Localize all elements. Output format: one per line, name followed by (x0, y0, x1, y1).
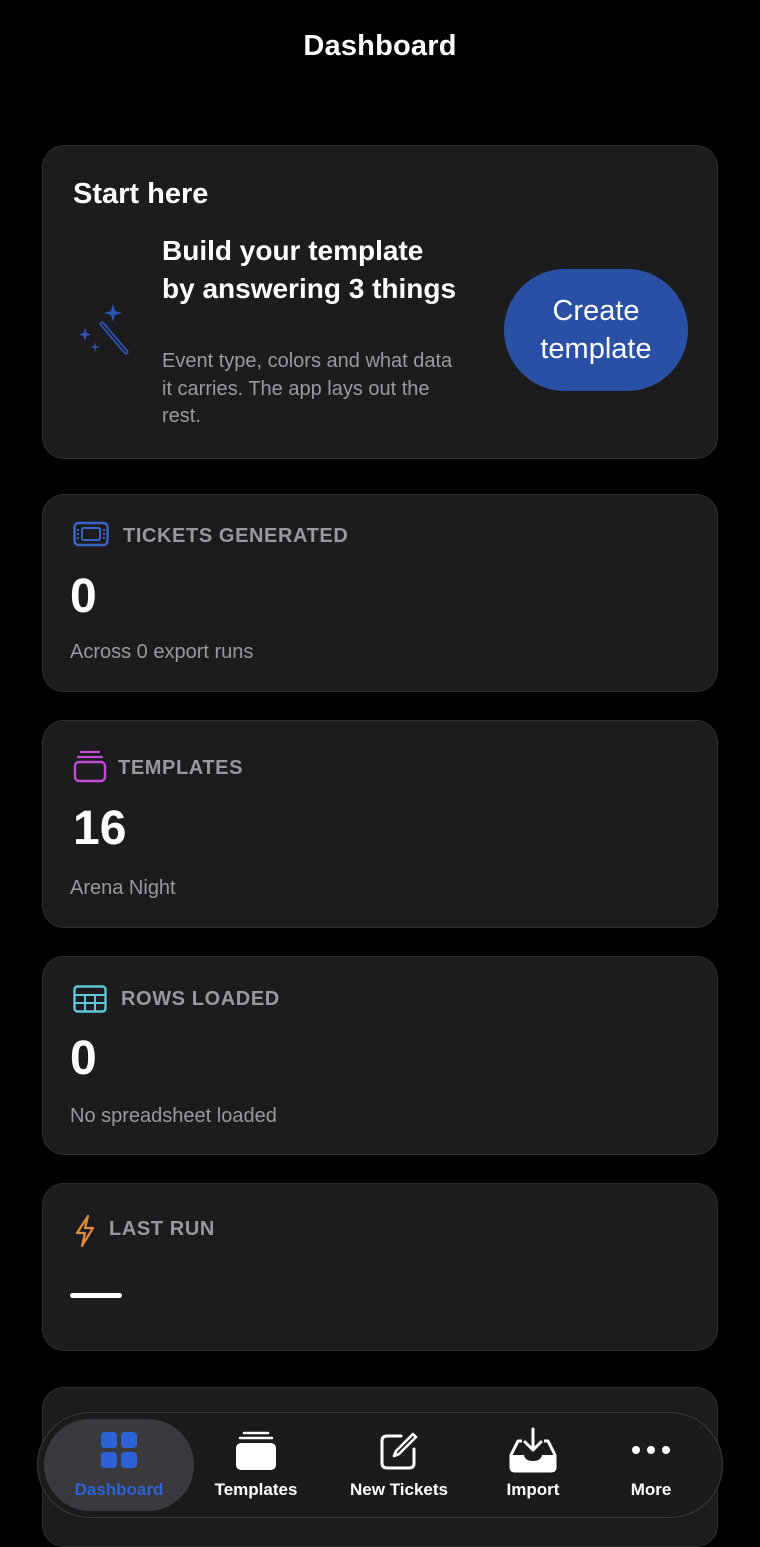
templates-label: TEMPLATES (118, 757, 244, 779)
templates-card[interactable]: TEMPLATES 16 Arena Night (42, 720, 718, 928)
tab-templates[interactable]: Templates (200, 1413, 312, 1517)
bolt-icon (75, 1214, 95, 1248)
tickets-generated-card[interactable]: TICKETS GENERATED 0 Across 0 export runs (42, 494, 718, 692)
tab-more-label: More (630, 1480, 672, 1499)
tab-dashboard-label: Dashboard (74, 1480, 164, 1499)
tab-import[interactable]: Import (478, 1413, 588, 1517)
compose-icon (380, 1432, 418, 1470)
tickets-generated-value: 0 (70, 570, 97, 623)
tab-new-tickets[interactable]: New Tickets (332, 1413, 466, 1517)
page-title: Dashboard (303, 30, 457, 62)
grid-icon (101, 1432, 137, 1468)
start-card-title: Build your template by answering 3 thing… (162, 235, 457, 304)
tab-templates-label: Templates (214, 1480, 298, 1499)
templates-value: 16 (73, 802, 127, 855)
tab-dashboard[interactable]: Dashboard (38, 1413, 200, 1517)
tab-more[interactable]: More (604, 1413, 698, 1517)
start-here-card: Start here Build your template by answer… (42, 145, 718, 459)
tab-new-tickets-label: New Tickets (350, 1480, 448, 1499)
last-run-card[interactable]: LAST RUN (42, 1183, 718, 1351)
tab-import-label: Import (506, 1480, 560, 1499)
start-card-description: Event type, colors and what data it carr… (162, 350, 453, 427)
rows-loaded-label: ROWS LOADED (121, 988, 280, 1010)
ellipsis-icon (632, 1446, 670, 1454)
create-template-button[interactable]: Create template (504, 269, 688, 391)
last-run-empty-dash (70, 1293, 122, 1298)
magic-wand-icon (79, 304, 129, 355)
table-icon (73, 985, 107, 1013)
rows-loaded-card[interactable]: ROWS LOADED 0 No spreadsheet loaded (42, 956, 718, 1155)
start-here-heading: Start here (73, 178, 209, 210)
tray-download-icon (509, 1427, 557, 1473)
stack-icon (236, 1431, 276, 1470)
tickets-generated-label: TICKETS GENERATED (123, 525, 349, 547)
templates-subtitle: Arena Night (70, 877, 176, 899)
ticket-icon (73, 521, 109, 547)
rows-loaded-subtitle: No spreadsheet loaded (70, 1105, 277, 1127)
rows-loaded-value: 0 (70, 1032, 97, 1085)
stack-icon (73, 750, 107, 783)
bottom-tab-bar: Dashboard Templates New Tickets Import M… (37, 1412, 723, 1518)
last-run-label: LAST RUN (109, 1218, 215, 1240)
tickets-generated-subtitle: Across 0 export runs (70, 641, 254, 663)
